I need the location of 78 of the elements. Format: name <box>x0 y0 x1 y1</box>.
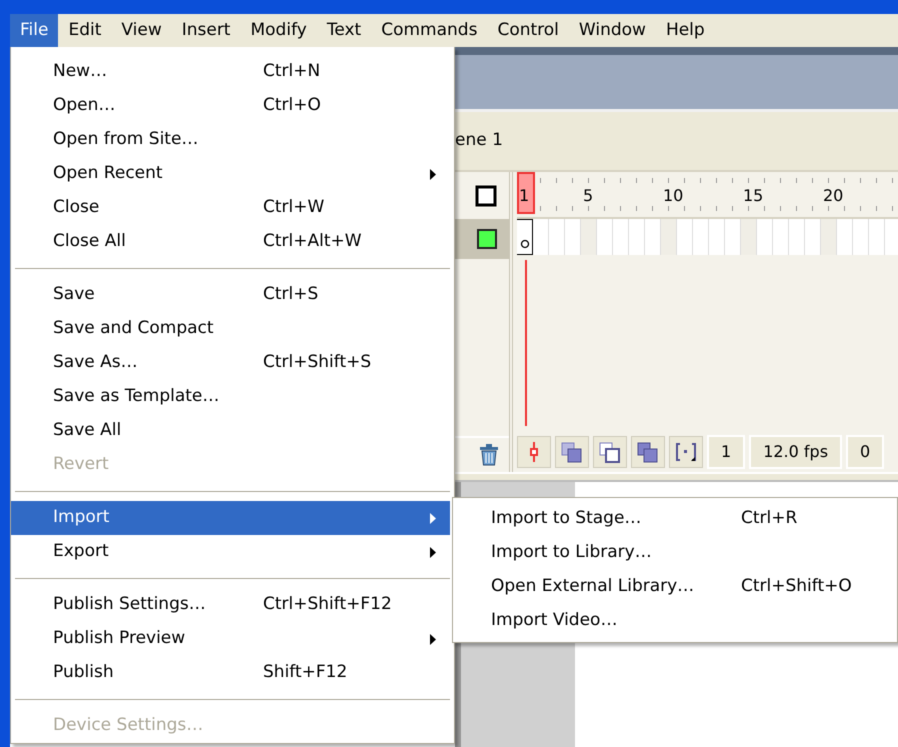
menu-item[interactable]: Save and Compact <box>11 312 450 346</box>
current-frame-field: 1 <box>707 435 746 469</box>
menu-item[interactable]: Export <box>11 535 450 569</box>
submenu-arrow-icon <box>430 168 436 180</box>
submenu-arrow-icon <box>430 546 436 558</box>
frame-number: 10 <box>663 185 684 207</box>
menu-item[interactable]: Insert <box>172 14 240 47</box>
empty-keyframe-icon <box>520 239 530 249</box>
menu-item[interactable]: Import to Library… <box>453 536 897 570</box>
frame-cell[interactable] <box>853 219 869 255</box>
menu-item[interactable]: File <box>10 14 58 47</box>
menu-item[interactable]: Close Ctrl+W <box>11 191 450 225</box>
menu-item[interactable]: Open External Library… Ctrl+Shift+O <box>453 570 897 604</box>
menu-item[interactable]: New… Ctrl+N <box>11 55 450 89</box>
submenu-arrow-icon <box>430 634 436 644</box>
menu-item[interactable]: Open… Ctrl+O <box>11 89 450 123</box>
edit-multiple-frames-icon[interactable] <box>631 436 665 468</box>
frame-cell[interactable] <box>549 219 565 255</box>
outline-icon[interactable] <box>475 184 497 206</box>
frame-cell[interactable] <box>757 219 773 255</box>
onion-outline-icon[interactable] <box>593 436 627 468</box>
onion-markers-icon[interactable] <box>669 436 703 468</box>
menu-item[interactable]: Open from Site… <box>11 123 450 157</box>
layer-row[interactable] <box>455 219 509 259</box>
outline-color-swatch[interactable] <box>477 229 497 249</box>
menu-item[interactable]: Commands <box>371 14 488 47</box>
frame-cell[interactable] <box>581 219 597 255</box>
frame-number: 15 <box>743 185 764 207</box>
frame-cell[interactable] <box>709 219 725 255</box>
menu-item[interactable]: Control <box>487 14 569 47</box>
frame-cell[interactable] <box>725 219 741 255</box>
menu-item[interactable]: Close All Ctrl+Alt+W <box>11 225 450 259</box>
menu-item[interactable]: View <box>111 14 172 47</box>
frame-number: 5 <box>583 185 594 207</box>
trash-icon[interactable] <box>479 444 499 466</box>
scene-label: ene 1 <box>455 129 503 152</box>
menu-item[interactable]: Text <box>316 14 372 47</box>
frame-cell[interactable] <box>565 219 581 255</box>
frame-cell[interactable] <box>885 219 898 255</box>
menu-item[interactable]: Save All <box>11 414 450 448</box>
frame-cell[interactable] <box>677 219 693 255</box>
menu-item[interactable]: Edit <box>58 14 112 47</box>
submenu-arrow-icon <box>430 512 436 524</box>
frame-cell[interactable] <box>789 219 805 255</box>
menu-item[interactable]: Modify <box>240 14 317 47</box>
frame-cell[interactable] <box>773 219 789 255</box>
center-frame-icon[interactable] <box>517 436 551 468</box>
frame-rate-field: 12.0 fps <box>749 435 842 469</box>
frame-cell[interactable] <box>597 219 613 255</box>
frame-cell[interactable] <box>693 219 709 255</box>
frame-cell[interactable] <box>661 219 677 255</box>
frame-cell[interactable] <box>533 219 549 255</box>
frame-cell[interactable] <box>629 219 645 255</box>
menu-item[interactable]: Import Video… <box>453 604 897 638</box>
onion-skin-icon[interactable] <box>555 436 589 468</box>
menu-item[interactable]: Publish Shift+F12 <box>11 656 450 690</box>
frame-cell[interactable] <box>805 219 821 255</box>
frame-cell[interactable] <box>869 219 885 255</box>
frame-cell[interactable] <box>741 219 757 255</box>
frame-cell[interactable] <box>645 219 661 255</box>
frame-number: 20 <box>823 185 844 207</box>
keyframe-cell[interactable] <box>517 219 533 255</box>
frame-cell[interactable] <box>821 219 837 255</box>
menu-item[interactable]: Publish Settings… Ctrl+Shift+F12 <box>11 588 450 622</box>
menu-item[interactable]: Window <box>568 14 656 47</box>
frame-cell[interactable] <box>837 219 853 255</box>
menu-item[interactable]: Save As… Ctrl+Shift+S <box>11 346 450 380</box>
menu-item[interactable]: Save Ctrl+S <box>11 278 450 312</box>
frame-number: 1 <box>519 185 530 207</box>
menu-item[interactable]: Help <box>656 14 715 47</box>
playhead[interactable] <box>517 172 535 214</box>
menu-item[interactable]: Import to Stage… Ctrl+R <box>453 502 897 536</box>
menu-item[interactable]: Publish Preview <box>11 622 450 656</box>
menu-item[interactable]: Save as Template… <box>11 380 450 414</box>
frame-cell[interactable] <box>613 219 629 255</box>
menu-item[interactable]: Import <box>11 501 450 535</box>
menu-item[interactable]: Open Recent <box>11 157 450 191</box>
elapsed-time-field: 0 <box>846 435 884 469</box>
